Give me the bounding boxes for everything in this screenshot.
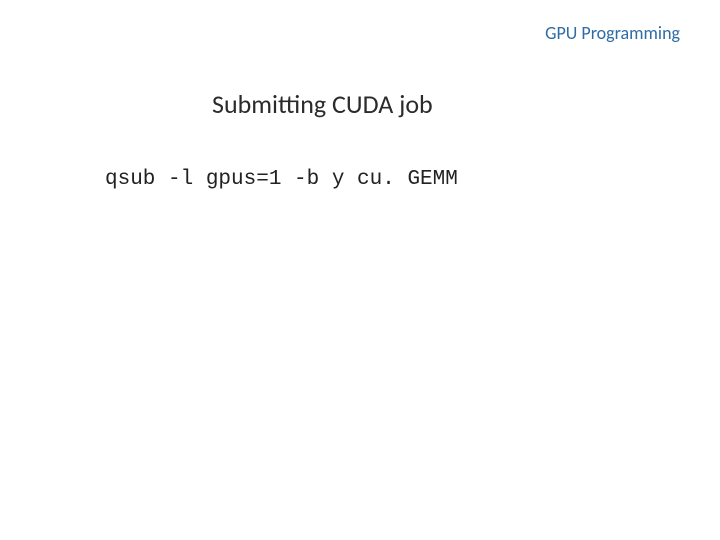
slide-title: Submitting CUDA job	[212, 88, 433, 120]
header-label: GPU Programming	[545, 22, 680, 44]
code-command: qsub -l gpus=1 -b y cu. GEMM	[105, 168, 458, 191]
